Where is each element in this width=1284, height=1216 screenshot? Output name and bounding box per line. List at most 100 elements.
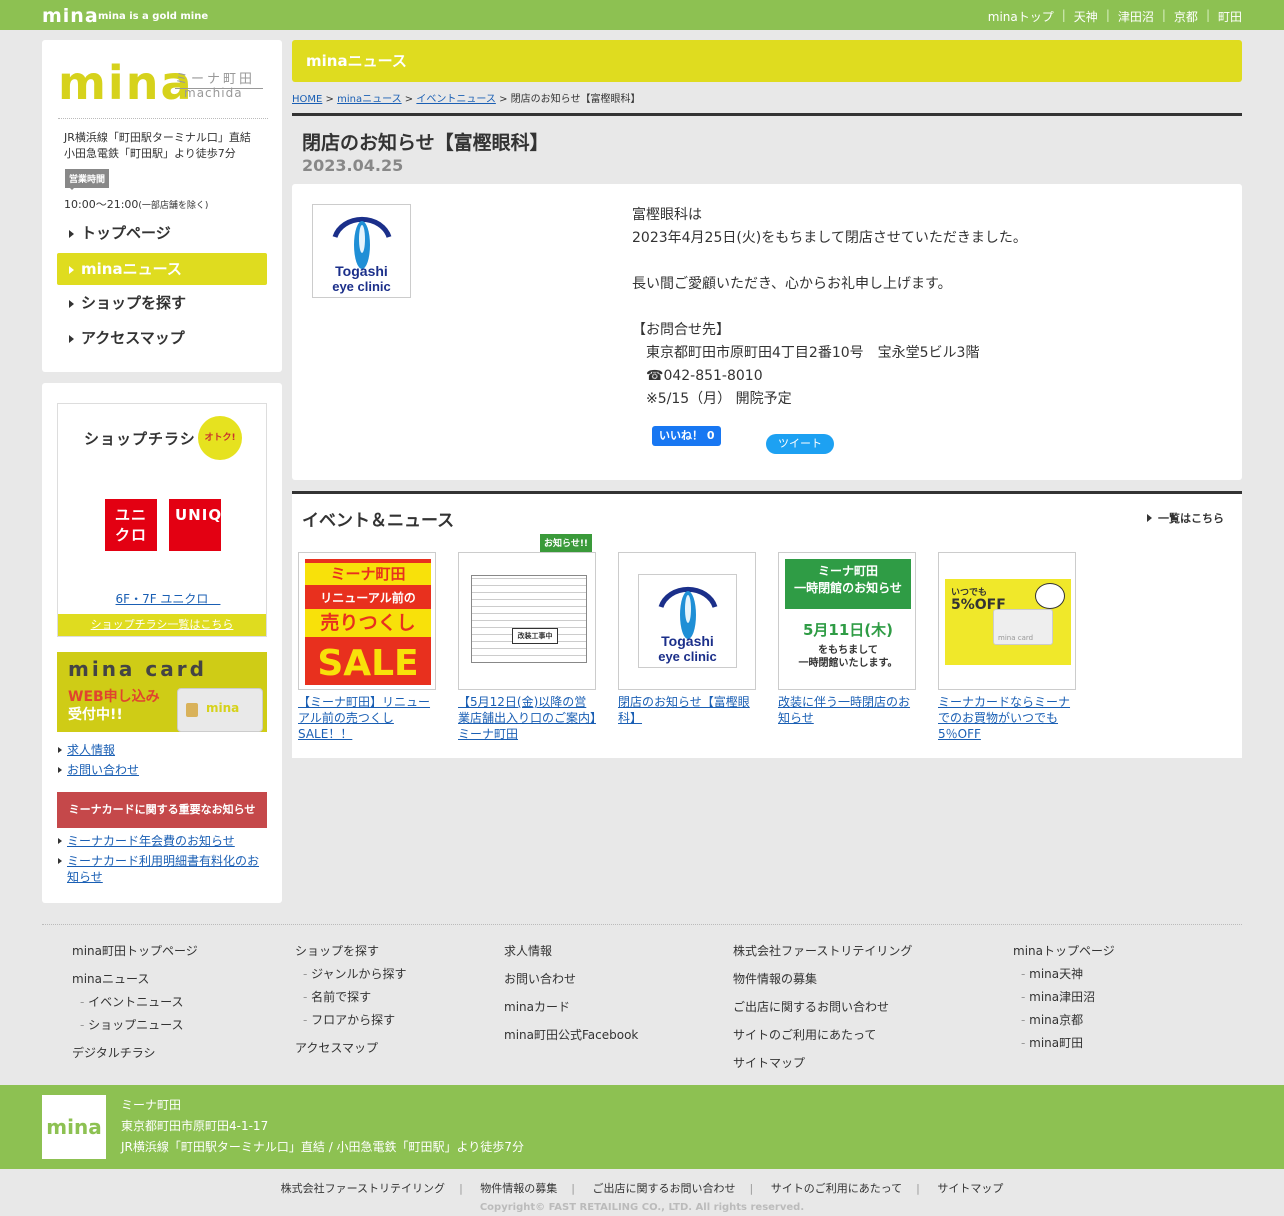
closure-header-line2: 一時閉館のお知らせ: [794, 581, 902, 595]
footer-link[interactable]: 株式会社ファーストリテイリング: [733, 940, 912, 963]
footer-sublink[interactable]: mina津田沼: [1013, 986, 1115, 1009]
sidebar-item-access[interactable]: アクセスマップ: [57, 322, 267, 354]
sale-poster: ミーナ町田 リニューアル前の 売りつくし SALE: [305, 559, 431, 685]
body-line: ☎042-851-8010: [632, 368, 763, 384]
recruit-link[interactable]: 求人情報: [58, 742, 267, 758]
footer-link[interactable]: minaニュース: [72, 968, 198, 991]
event-caption[interactable]: 【ミーナ町田】リニューアル前の売つくしSALE！！: [298, 694, 436, 742]
eye-icon: [332, 216, 392, 269]
facebook-like-button[interactable]: いいね！ 0: [652, 426, 722, 446]
link-separator: |: [459, 1182, 463, 1195]
mina-card-banner[interactable]: mina card WEB申し込み 受付中!! mina: [57, 652, 267, 732]
footer-address: ミーナ町田 東京都町田市原町田4-1-17 JR横浜線「町田駅ターミナル口」直結…: [121, 1095, 524, 1158]
event-caption[interactable]: 改装に伴う一時閉店のお知らせ: [778, 694, 916, 726]
footer-sublink[interactable]: イベントニュース: [72, 991, 198, 1014]
footer-link[interactable]: 求人情報: [504, 940, 638, 963]
uniqlo-logo-jp[interactable]: ユニクロ: [105, 499, 157, 551]
bottom-link[interactable]: サイトマップ: [937, 1182, 1003, 1195]
togashi-line1: Togashi: [661, 633, 714, 649]
togashi-line1: Togashi: [335, 263, 388, 279]
flyer-all-link[interactable]: ショップチラシ一覧はこちら: [58, 614, 266, 636]
top-nav-tsudanuma[interactable]: 津田沼: [1118, 8, 1154, 25]
copyright: Copyright© FAST RETAILING CO., LTD. All …: [479, 1202, 805, 1213]
footer-link[interactable]: サイトマップ: [733, 1052, 912, 1075]
footer-sublink[interactable]: ショップニュース: [72, 1014, 198, 1037]
footer-link[interactable]: mina町田公式Facebook: [504, 1024, 638, 1047]
bottom-link[interactable]: ご出店に関するお問い合わせ: [593, 1182, 736, 1195]
event-thumbnail[interactable]: ミーナ町田 リニューアル前の 売りつくし SALE: [298, 552, 436, 690]
footer-sublink[interactable]: 名前で探す: [295, 986, 407, 1009]
site-logo[interactable]: mina ミーナ町田 machida: [58, 56, 268, 118]
breadcrumb-home[interactable]: HOME: [292, 94, 322, 105]
access-line-jr: JR横浜線「町田駅ターミナル口」直結: [64, 131, 251, 144]
footer-link[interactable]: ご出店に関するお問い合わせ: [733, 996, 912, 1019]
event-caption[interactable]: 【5月12日(金)以降の営業店舗出入り口のご案内】ミーナ町田: [458, 694, 596, 742]
footer-link[interactable]: ショップを探す: [295, 940, 407, 963]
poster-sale: SALE: [317, 643, 419, 684]
body-line: 長い間ご愛顧いただき、心からお礼申し上げます。: [632, 276, 952, 292]
events-section: イベント＆ニュース 一覧はこちら お知らせ!! ミーナ町田 リニューアル前の 売…: [292, 494, 1242, 758]
breadcrumb-sep: >: [325, 94, 334, 105]
hours-label: 営業時間: [65, 169, 110, 190]
top-nav-machida[interactable]: 町田: [1218, 8, 1242, 25]
poster-title: ミーナ町田: [305, 563, 431, 585]
sidebar-item-news[interactable]: minaニュース: [57, 253, 267, 285]
card-web-text: WEB申し込み 受付中!!: [68, 688, 160, 724]
logo-en: machida: [184, 86, 243, 100]
sidebar-item-top[interactable]: トップページ: [57, 217, 267, 249]
nav-separator: |: [1105, 8, 1110, 22]
footer-sublink[interactable]: ジャンルから探す: [295, 963, 406, 986]
article-text: 富樫眼科は 2023年4月25日(火)をもちまして閉店させていただきました。 長…: [632, 204, 1027, 411]
footer-link[interactable]: デジタルチラシ: [72, 1042, 198, 1065]
event-thumbnail[interactable]: 改装工事中: [458, 552, 596, 690]
event-thumbnail[interactable]: Togashi eye clinic: [618, 552, 756, 690]
footer-link[interactable]: minaトップページ: [1013, 940, 1115, 963]
footer-link[interactable]: サイトのご利用にあたって: [733, 1024, 912, 1047]
speech-bubble-icon: [1035, 583, 1065, 609]
footer-link[interactable]: minaカード: [504, 996, 638, 1019]
footer-sublink[interactable]: mina町田: [1013, 1032, 1115, 1055]
footer-link[interactable]: お問い合わせ: [504, 968, 638, 991]
breadcrumb-news[interactable]: minaニュース: [337, 94, 402, 105]
contact-link[interactable]: お問い合わせ: [58, 762, 267, 778]
footer-sublink[interactable]: フロアから探す: [295, 1009, 407, 1032]
footer-sublink[interactable]: mina京都: [1013, 1009, 1115, 1032]
footer-sublink[interactable]: mina天神: [1013, 963, 1115, 986]
footer-link[interactable]: アクセスマップ: [295, 1037, 407, 1060]
body-line: ※5/15（月） 開院予定: [632, 391, 792, 407]
footer-link[interactable]: mina町田トップページ: [72, 940, 198, 963]
events-all-link[interactable]: 一覧はこちら: [1147, 510, 1224, 526]
bottom-link[interactable]: サイトのご利用にあたって: [771, 1182, 902, 1195]
tweet-button[interactable]: ツイート: [766, 434, 834, 454]
footer-name: ミーナ町田: [121, 1098, 182, 1112]
sidebar-item-shops[interactable]: ショップを探す: [57, 287, 267, 319]
flyer-link-uniqlo[interactable]: 6F・7F ユニクロ: [58, 590, 266, 607]
card-statement-link[interactable]: ミーナカード利用明細書有料化のお知らせ: [58, 853, 267, 885]
closure-header: ミーナ町田 一時閉館のお知らせ: [785, 559, 911, 609]
event-thumbnail[interactable]: ミーナ町田 一時閉館のお知らせ 5月11日(木) をもちまして 一時閉館いたしま…: [778, 552, 916, 690]
link-separator: |: [916, 1182, 920, 1195]
footer-link[interactable]: 物件情報の募集: [733, 968, 912, 991]
event-thumbnail[interactable]: いつでも 5%OFF mina card: [938, 552, 1076, 690]
top-logo[interactable]: mina: [42, 5, 99, 27]
footer-logo[interactable]: mina: [42, 1095, 106, 1159]
footer-col-4: 株式会社ファーストリテイリング 物件情報の募集 ご出店に関するお問い合わせ サイ…: [733, 940, 912, 1075]
breadcrumb-event[interactable]: イベントニュース: [416, 94, 496, 105]
event-caption[interactable]: 閉店のお知らせ【富樫眼科】: [618, 694, 756, 726]
card-fee-link[interactable]: ミーナカード年会費のお知らせ: [58, 833, 267, 849]
breadcrumb-sep: >: [404, 94, 414, 105]
bottom-link[interactable]: 物件情報の募集: [480, 1182, 557, 1195]
event-caption[interactable]: ミーナカードならミーナでのお買物がいつでも5％OFF: [938, 694, 1076, 742]
top-nav-tenjin[interactable]: 天神: [1074, 8, 1098, 25]
togashi-line2: eye clinic: [658, 649, 717, 664]
otoku-badge: オトク!: [198, 416, 242, 460]
togashi-line2: eye clinic: [332, 279, 391, 294]
uniqlo-logo-en[interactable]: UNIQLO: [169, 499, 245, 551]
bottom-link[interactable]: 株式会社ファーストリテイリング: [281, 1182, 445, 1195]
hours-note: (一部店舗を除く): [138, 201, 209, 211]
top-nav-kyoto[interactable]: 京都: [1174, 8, 1198, 25]
card-notice-banner[interactable]: ミーナカードに関する重要なお知らせ: [57, 792, 267, 828]
poster-sub: リニューアル前の: [320, 591, 416, 605]
top-nav-mina-top[interactable]: minaトップ: [988, 8, 1054, 25]
card-title: mina card: [68, 657, 207, 681]
